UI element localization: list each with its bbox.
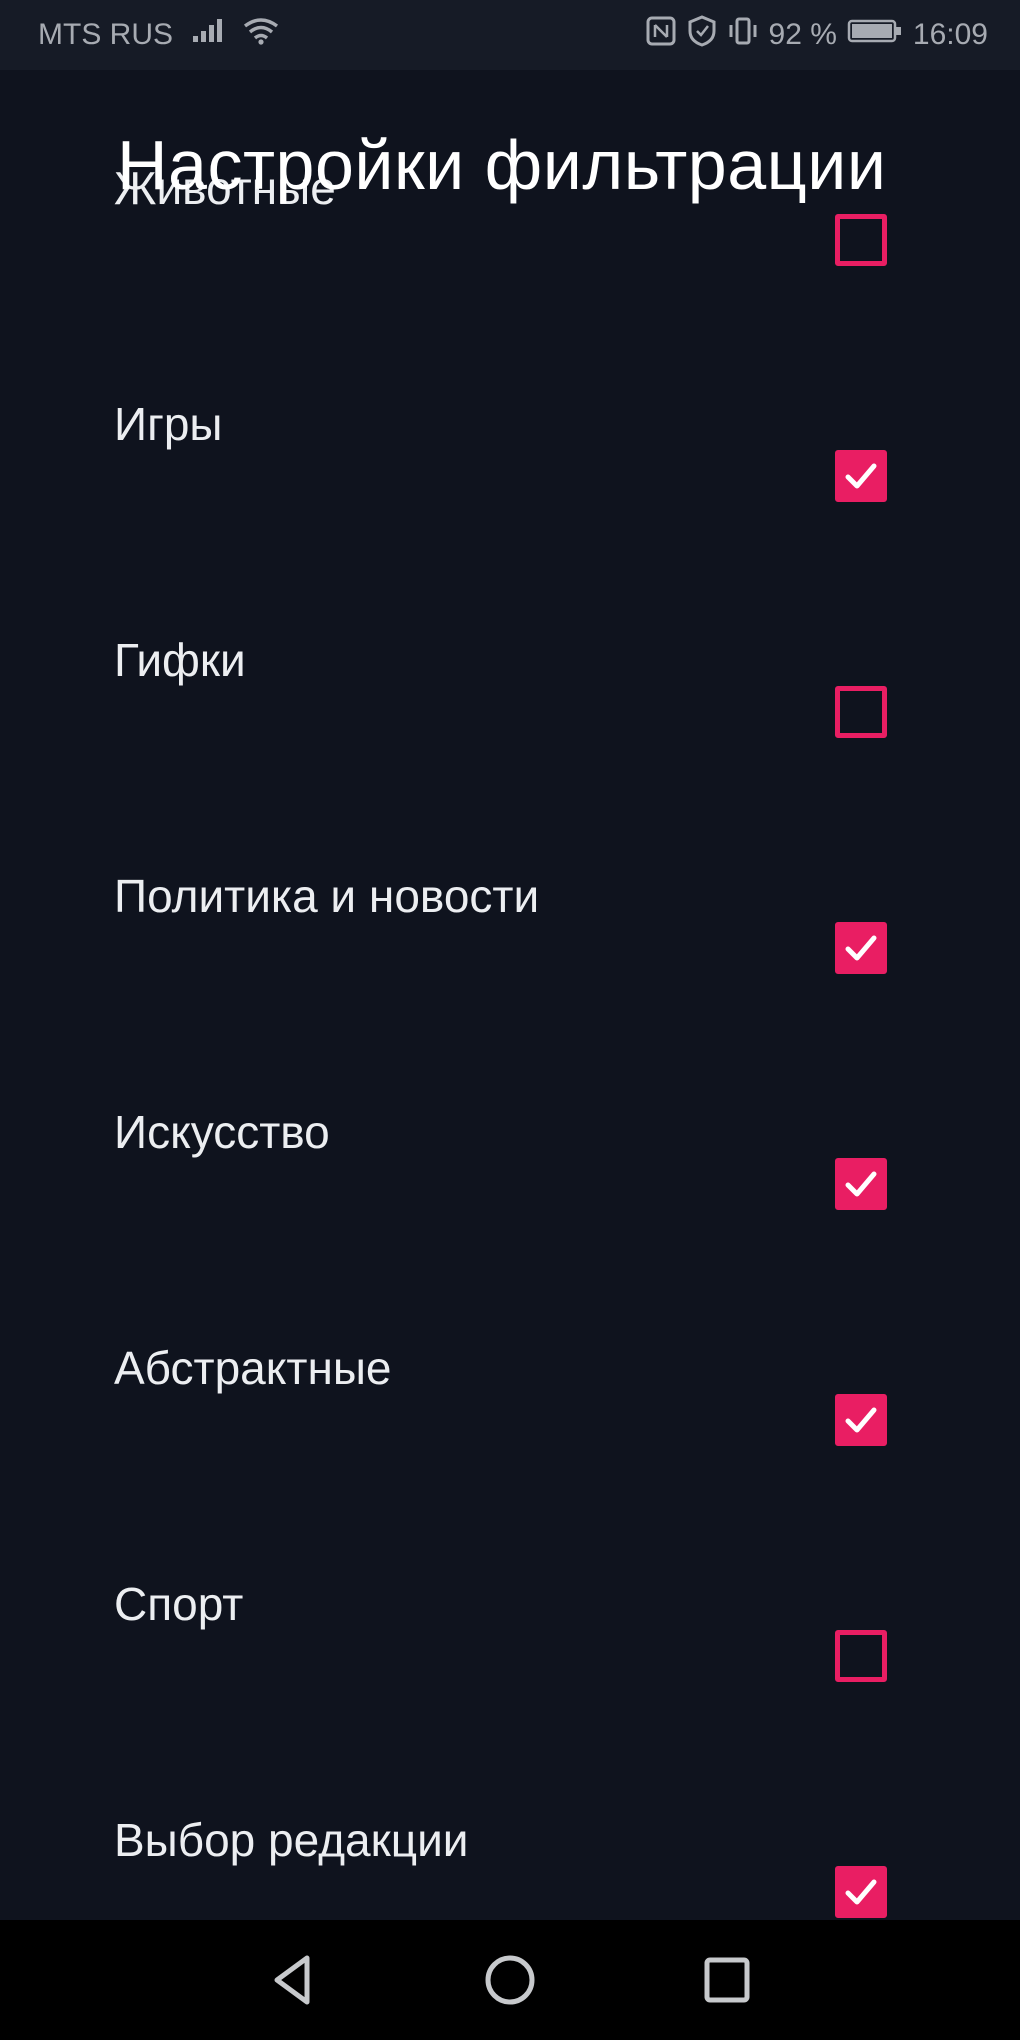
filter-row-art[interactable]: Искусство xyxy=(0,1010,1020,1246)
wifi-icon xyxy=(243,17,279,53)
battery-icon xyxy=(847,18,903,52)
filter-checkbox[interactable] xyxy=(835,1866,887,1918)
home-circle-icon[interactable] xyxy=(480,1950,540,2010)
back-triangle-icon[interactable] xyxy=(263,1950,323,2010)
checkmark-icon xyxy=(845,1407,877,1433)
checkmark-icon xyxy=(845,935,877,961)
filter-checkbox[interactable] xyxy=(835,1394,887,1446)
vibrate-icon xyxy=(727,15,759,55)
page-title: Настройки фильтрации xyxy=(117,126,887,204)
status-right: 92 % 16:09 xyxy=(645,15,988,55)
status-time: 16:09 xyxy=(912,18,988,51)
filter-checkbox[interactable] xyxy=(835,214,887,266)
filter-label: Искусство xyxy=(114,1106,330,1158)
screen: MTS RUS 92 % 16:09 Настройки фильтрации … xyxy=(0,0,1020,2040)
filter-row-gifs[interactable]: Гифки xyxy=(0,538,1020,774)
checkmark-icon xyxy=(845,463,877,489)
status-left: MTS RUS xyxy=(38,16,279,54)
filter-label: Политика и новости xyxy=(114,870,540,922)
filter-label: Абстрактные xyxy=(114,1342,392,1394)
filter-label: Гифки xyxy=(114,634,246,686)
shield-icon xyxy=(687,15,717,55)
recents-square-icon[interactable] xyxy=(697,1950,757,2010)
filter-checkbox[interactable] xyxy=(835,922,887,974)
status-bar: MTS RUS 92 % 16:09 xyxy=(0,0,1020,70)
filter-checkbox[interactable] xyxy=(835,686,887,738)
filter-row-games[interactable]: Игры xyxy=(0,302,1020,538)
filter-label: Спорт xyxy=(114,1578,244,1630)
battery-percent: 92 % xyxy=(768,18,837,51)
filter-checkbox[interactable] xyxy=(835,1158,887,1210)
filter-settings-content: Настройки фильтрации Животные Игры Гифки… xyxy=(0,70,1020,1920)
checkmark-icon xyxy=(845,1171,877,1197)
carrier-name: MTS RUS xyxy=(38,18,173,51)
filter-list[interactable]: Животные Игры Гифки Политика и новости И… xyxy=(0,70,1020,1920)
filter-checkbox[interactable] xyxy=(835,450,887,502)
nfc-icon xyxy=(645,15,677,55)
filter-row-politics-news[interactable]: Политика и новости xyxy=(0,774,1020,1010)
filter-checkbox[interactable] xyxy=(835,1630,887,1682)
filter-row-editors-choice[interactable]: Выбор редакции xyxy=(0,1718,1020,1920)
filter-row-abstract[interactable]: Абстрактные xyxy=(0,1246,1020,1482)
navigation-bar xyxy=(0,1920,1020,2040)
signal-icon xyxy=(191,18,225,52)
filter-row-sport[interactable]: Спорт xyxy=(0,1482,1020,1718)
filter-label: Выбор редакции xyxy=(114,1814,469,1866)
checkmark-icon xyxy=(845,1879,877,1905)
filter-label: Игры xyxy=(114,398,223,450)
